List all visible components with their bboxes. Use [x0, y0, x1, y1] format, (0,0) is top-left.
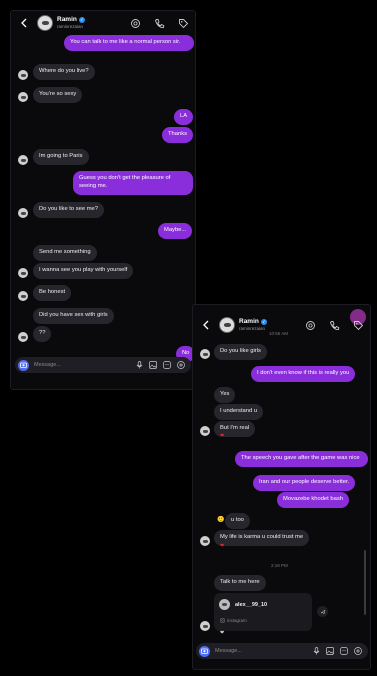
verified-badge-icon: ✓	[260, 319, 267, 326]
instagram-icon	[220, 618, 225, 623]
heart-reaction-icon: ❤	[220, 543, 225, 549]
contact-avatar	[200, 426, 210, 436]
message-composer[interactable]: Message...	[196, 643, 368, 659]
chat-panel-2: Ramin ✓ raminrezaian 10:56 AM Do you like…	[192, 304, 371, 670]
heart-reaction-icon: ❤	[220, 630, 225, 636]
gallery-icon[interactable]	[149, 361, 157, 369]
back-icon[interactable]	[17, 16, 31, 30]
message-bubble-incoming[interactable]: I wanna see you play with yourself	[33, 263, 134, 279]
avatar[interactable]	[37, 15, 53, 31]
message-bubble-incoming[interactable]: ??	[33, 326, 52, 342]
camera-icon[interactable]	[199, 645, 210, 657]
contact-username: raminrezaian	[57, 23, 84, 29]
message-bubble-incoming[interactable]: Send me something	[33, 245, 97, 261]
gallery-icon[interactable]	[326, 647, 334, 655]
message-input[interactable]: Message...	[215, 648, 312, 654]
message-bubble-outgoing[interactable]: LA	[174, 109, 194, 125]
chat-panel-1: Ramin ✓ raminrezaian You can talk to me l…	[10, 10, 196, 390]
message-bubble-outgoing[interactable]: Movazebe khodet bash	[277, 492, 349, 508]
share-icon[interactable]	[317, 606, 328, 617]
shared-source: instagram	[220, 618, 247, 623]
video-call-icon[interactable]	[304, 319, 316, 331]
timestamp: 2:18 PM	[271, 563, 288, 568]
sticker-icon[interactable]	[340, 647, 348, 655]
message-bubble-incoming[interactable]: u too	[225, 513, 250, 529]
message-bubble-incoming[interactable]: Do you like to see me?	[33, 202, 104, 218]
phone-icon[interactable]	[153, 17, 165, 29]
verified-badge-icon: ✓	[78, 17, 85, 24]
message-bubble-outgoing[interactable]: I don't even know if this is really you	[251, 366, 356, 382]
contact-avatar	[18, 155, 28, 165]
contact-avatar	[18, 332, 28, 342]
message-bubble-incoming[interactable]: Talk to me here	[214, 575, 266, 591]
contact-username: raminrezaian	[239, 325, 266, 331]
contact-avatar	[18, 208, 28, 218]
sticker-icon[interactable]	[163, 361, 171, 369]
tag-icon[interactable]	[177, 17, 189, 29]
shared-post-card[interactable]: alex__99_10 instagram	[214, 593, 312, 631]
shared-avatar	[219, 599, 230, 610]
message-bubble-incoming[interactable]: Where do you live?	[33, 64, 95, 80]
contact-avatar	[200, 621, 210, 631]
message-input[interactable]: Message...	[34, 362, 135, 368]
add-icon[interactable]	[354, 647, 362, 655]
message-composer[interactable]: Message...	[15, 357, 191, 373]
message-bubble-outgoing[interactable]: You can talk to me like a normal person …	[64, 35, 194, 51]
contact-avatar	[200, 536, 210, 546]
contact-avatar	[18, 268, 28, 278]
contact-avatar	[18, 92, 28, 102]
contact-name[interactable]: Ramin	[57, 16, 77, 24]
contact-avatar	[18, 70, 28, 80]
message-bubble-incoming[interactable]: Do you like girls	[214, 344, 267, 360]
phone-icon[interactable]	[328, 319, 340, 331]
message-bubble-outgoing[interactable]: Maybe...	[158, 223, 193, 239]
message-bubble-outgoing[interactable]: Iran and our people deserve better.	[253, 475, 356, 491]
message-bubble-incoming[interactable]: Be honest	[33, 285, 72, 301]
contact-avatar	[18, 291, 28, 301]
timestamp: 10:56 AM	[269, 331, 289, 336]
message-bubble-incoming[interactable]: Im going to Paris	[33, 149, 89, 165]
microphone-icon[interactable]	[135, 361, 143, 369]
message-bubble-incoming[interactable]: I understand u	[214, 404, 264, 420]
message-bubble-incoming[interactable]: Did you have sex with girls	[33, 308, 114, 324]
avatar[interactable]	[219, 317, 235, 333]
add-icon[interactable]	[177, 361, 185, 369]
contact-avatar	[200, 349, 210, 359]
tag-icon[interactable]	[352, 319, 364, 331]
message-bubble-outgoing[interactable]: Guess you don't get the pleasure of seei…	[73, 171, 193, 195]
contact-name[interactable]: Ramin	[239, 318, 259, 326]
message-bubble-outgoing[interactable]: Thanks	[162, 127, 194, 143]
message-bubble-incoming[interactable]: My life is karma u could trust me	[214, 530, 310, 546]
emoji-reaction: 🙂	[217, 517, 225, 523]
message-bubble-incoming[interactable]: You're so sexy	[33, 87, 83, 103]
heart-reaction-icon: ❤	[220, 433, 225, 439]
chat-header: Ramin ✓ raminrezaian	[11, 11, 195, 35]
shared-source-label: instagram	[227, 618, 247, 623]
message-bubble-outgoing[interactable]: The speech you gave after the game was n…	[235, 451, 368, 467]
message-bubble-incoming[interactable]: Yes	[214, 387, 236, 403]
scrollbar[interactable]	[364, 550, 366, 615]
microphone-icon[interactable]	[312, 647, 320, 655]
back-icon[interactable]	[199, 318, 213, 332]
shared-username[interactable]: alex__99_10	[235, 602, 267, 608]
video-call-icon[interactable]	[129, 17, 141, 29]
camera-icon[interactable]	[18, 359, 29, 371]
